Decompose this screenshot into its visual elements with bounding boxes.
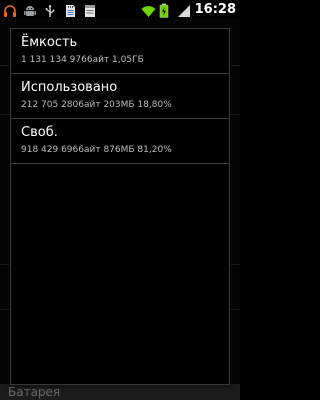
android-icon: [23, 3, 37, 17]
used-item[interactable]: Использовано 212 705 2806айт 203МБ 18,80…: [11, 74, 229, 119]
sd-card-icon: [63, 3, 77, 17]
item-title: Использовано: [21, 80, 118, 95]
system-indicators: 16:28: [141, 0, 240, 19]
battery-section-label: Батарея: [8, 385, 61, 399]
background-section-header: Батарея: [0, 384, 240, 400]
storage-details-dialog: Ёмкость 1 131 134 9766айт 1,05ГБ Использ…: [10, 28, 230, 385]
battery-charging-icon: [159, 3, 173, 18]
usb-icon: [43, 3, 57, 17]
wifi-icon: [141, 3, 156, 17]
screen: 16:28 Батарея Ёмкость 1 131 134 9766айт …: [0, 0, 240, 400]
signal-icon: [177, 3, 191, 17]
item-divider: [11, 163, 229, 164]
free-item[interactable]: Своб. 918 429 6966айт 876МБ 81,20%: [11, 119, 229, 164]
item-title: Ёмкость: [21, 35, 78, 50]
status-bar: 16:28: [0, 0, 240, 19]
item-subtitle: 1 131 134 9766айт 1,05ГБ: [21, 55, 144, 65]
clock: 16:28: [194, 2, 236, 17]
storage-icon: [83, 3, 97, 17]
headphones-icon: [3, 3, 17, 17]
notification-icons: [0, 0, 97, 19]
item-title: Своб.: [21, 125, 58, 140]
capacity-item[interactable]: Ёмкость 1 131 134 9766айт 1,05ГБ: [11, 29, 229, 74]
item-subtitle: 212 705 2806айт 203МБ 18,80%: [21, 100, 172, 110]
item-subtitle: 918 429 6966айт 876МБ 81,20%: [21, 145, 172, 155]
